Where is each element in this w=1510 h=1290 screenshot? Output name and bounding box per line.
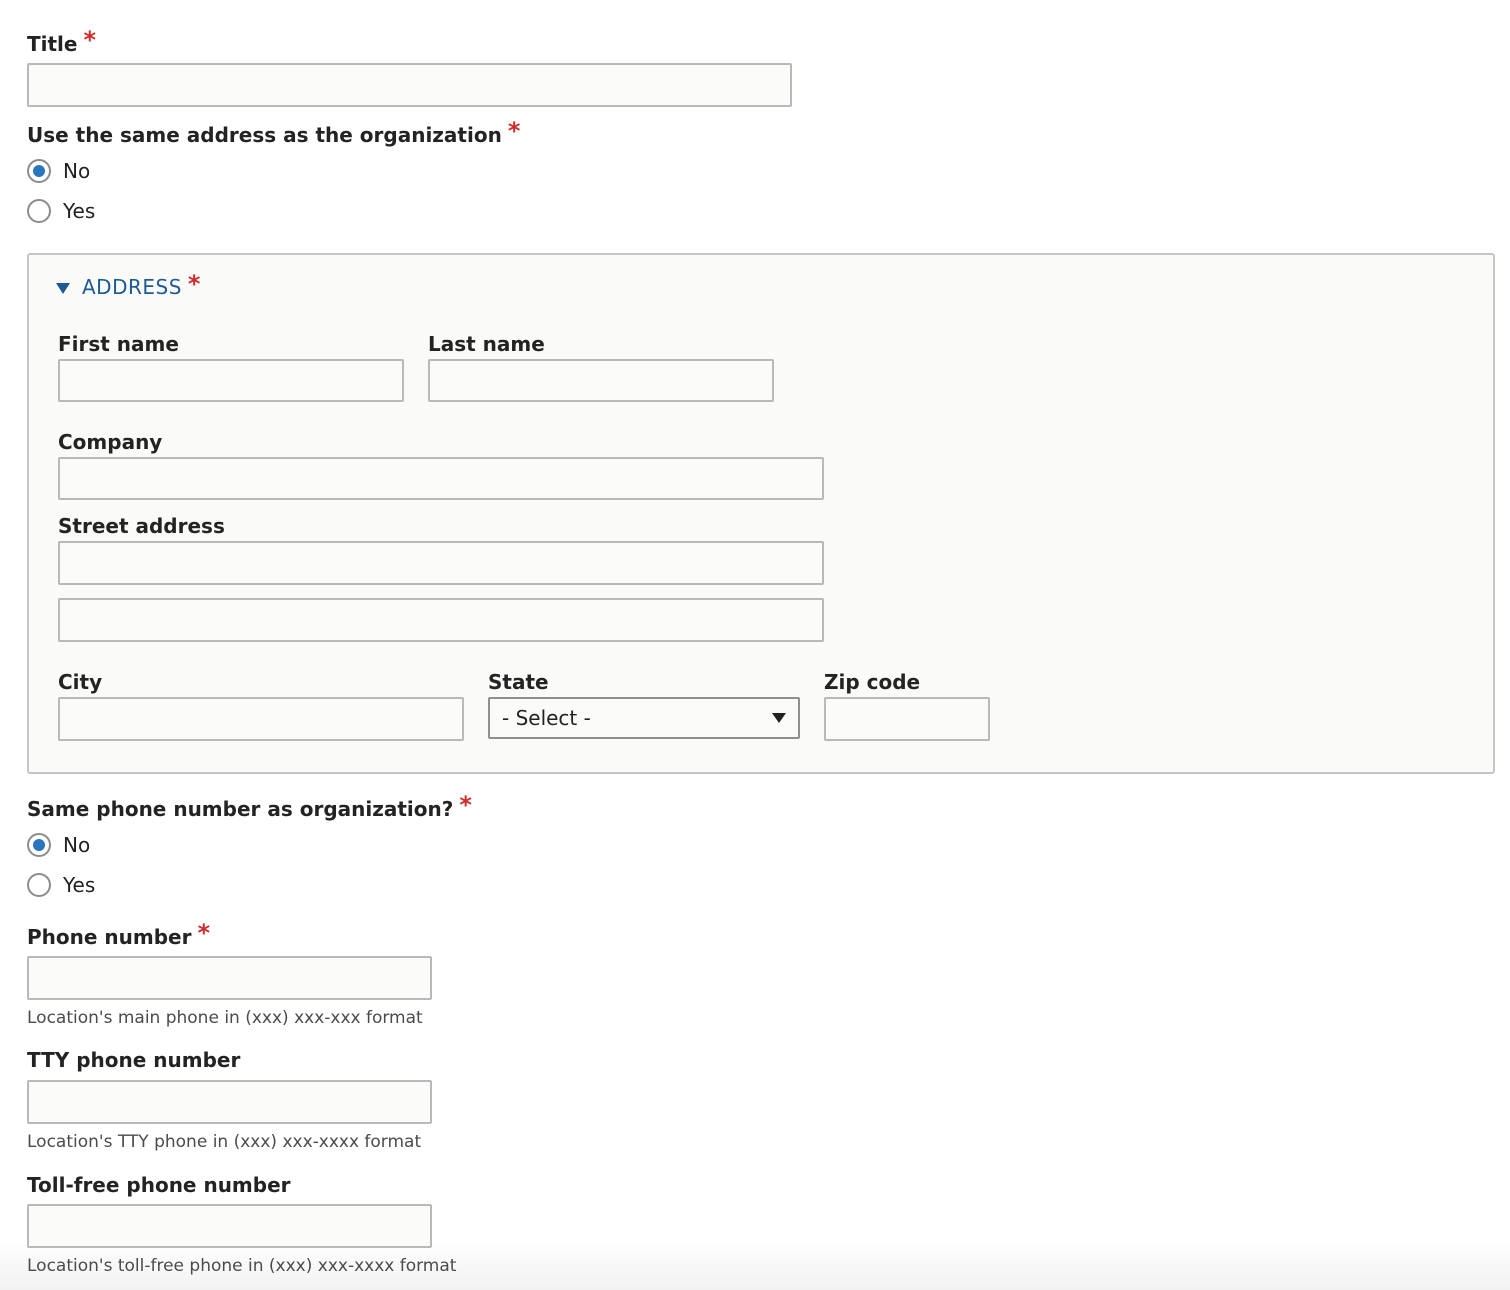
- state-select[interactable]: - Select -: [488, 697, 800, 739]
- required-mark: *: [83, 26, 97, 54]
- street-address-label: Street address: [58, 514, 225, 538]
- radio-checked-icon[interactable]: [27, 159, 51, 183]
- same-address-option-yes[interactable]: Yes: [27, 198, 95, 224]
- radio-label: Yes: [63, 873, 96, 897]
- caret-down-icon: [772, 713, 786, 723]
- address-fieldset: [27, 253, 1495, 774]
- tty-phone-label: TTY phone number: [27, 1048, 241, 1072]
- toll-free-phone-label: Toll-free phone number: [27, 1173, 291, 1197]
- required-mark: *: [459, 791, 472, 819]
- address-legend-toggle[interactable]: ADDRESS *: [56, 270, 201, 301]
- zip-code-input[interactable]: [824, 697, 990, 741]
- last-name-input[interactable]: [428, 359, 774, 402]
- same-address-label: Use the same address as the organization…: [27, 119, 520, 147]
- same-phone-option-no[interactable]: No: [27, 832, 90, 858]
- radio-label: No: [63, 159, 91, 183]
- phone-number-help: Location's main phone in (xxx) xxx-xxx f…: [27, 1008, 423, 1028]
- same-phone-label-text: Same phone number as organization?: [27, 797, 454, 821]
- toll-free-phone-input[interactable]: [27, 1204, 432, 1248]
- street-address-line1-input[interactable]: [58, 541, 824, 585]
- toll-free-phone-help: Location's toll-free phone in (xxx) xxx-…: [27, 1256, 457, 1276]
- last-name-label: Last name: [428, 332, 545, 356]
- same-phone-label: Same phone number as organization? *: [27, 793, 472, 821]
- same-phone-option-yes[interactable]: Yes: [27, 872, 95, 898]
- required-mark: *: [187, 270, 201, 298]
- phone-number-label-text: Phone number: [27, 925, 192, 949]
- triangle-down-icon: [56, 282, 70, 294]
- city-label: City: [58, 670, 103, 694]
- same-address-option-no[interactable]: No: [27, 158, 90, 184]
- radio-unchecked-icon[interactable]: [27, 199, 51, 223]
- tty-phone-input[interactable]: [27, 1080, 432, 1124]
- title-label: Title *: [27, 28, 96, 56]
- city-input[interactable]: [58, 697, 464, 741]
- phone-number-input[interactable]: [27, 956, 432, 1000]
- radio-label: No: [63, 833, 91, 857]
- phone-number-label: Phone number *: [27, 921, 210, 949]
- required-mark: *: [507, 117, 521, 145]
- street-address-line2-input[interactable]: [58, 598, 824, 642]
- state-label: State: [488, 670, 549, 694]
- radio-unchecked-icon[interactable]: [27, 873, 51, 897]
- state-select-value: - Select -: [502, 706, 591, 730]
- radio-label: Yes: [63, 199, 96, 223]
- zip-code-label: Zip code: [824, 670, 921, 694]
- first-name-input[interactable]: [58, 359, 404, 402]
- title-label-text: Title: [27, 32, 78, 56]
- title-input[interactable]: [27, 63, 792, 107]
- company-input[interactable]: [58, 457, 824, 500]
- first-name-label: First name: [58, 332, 179, 356]
- required-mark: *: [197, 919, 211, 947]
- address-legend-text: ADDRESS: [82, 275, 182, 299]
- company-label: Company: [58, 430, 163, 454]
- same-address-label-text: Use the same address as the organization: [27, 123, 502, 147]
- radio-checked-icon[interactable]: [27, 833, 51, 857]
- tty-phone-help: Location's TTY phone in (xxx) xxx-xxxx f…: [27, 1132, 422, 1152]
